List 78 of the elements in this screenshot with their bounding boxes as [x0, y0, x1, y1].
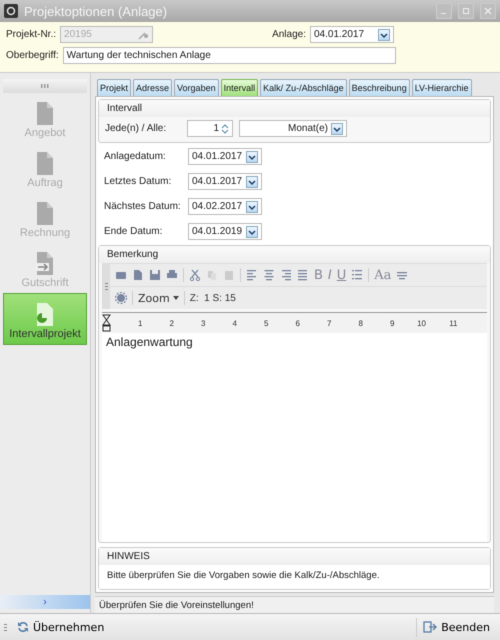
ruler-number: 3 [200, 318, 206, 328]
spinner-arrows-icon [221, 124, 229, 134]
ruler-number: 10 [416, 318, 426, 328]
unit-dropdown[interactable]: Monat(e) [239, 120, 347, 137]
ruler-number: 11 [448, 318, 458, 328]
ruler-number: 6 [294, 318, 300, 328]
number-spinner[interactable]: 1 [187, 120, 233, 137]
tab[interactable]: LV-Hierarchie [412, 79, 472, 96]
exit-icon [423, 621, 438, 633]
tab[interactable]: Intervall [220, 79, 258, 96]
tab[interactable]: Vorgaben [174, 79, 219, 96]
grip-icon [4, 624, 7, 630]
ruler-number: 4 [232, 318, 237, 328]
sidebar-item[interactable]: Intervallprojekt [3, 293, 87, 345]
app-icon [4, 4, 18, 18]
date-field[interactable]: 04.01.2017 [188, 148, 262, 165]
date-field[interactable]: 04.01.2017 [188, 173, 262, 190]
hint-text: Bitte überprüfen Sie die Vorgaben sowie die Kalk/Zu-/Abschläge. [99, 565, 490, 589]
sidebar-grip[interactable] [3, 79, 87, 93]
grip-icon [41, 84, 49, 88]
field-label: Nächstes Datum: [104, 201, 182, 212]
field-label: Jede(n) / Alle: [105, 123, 168, 134]
wand-icon [137, 30, 150, 40]
indent-marker-icon [102, 314, 111, 332]
ruler-number: 7 [326, 318, 332, 328]
field-label: Letztes Datum: [104, 176, 172, 187]
date-field[interactable]: 04.02.2017 [188, 198, 262, 215]
tab[interactable]: Adresse [133, 79, 172, 96]
ruler-number: 8 [358, 318, 363, 328]
text-field[interactable]: Wartung der technischen Anlage [62, 47, 396, 64]
print-icon[interactable] [166, 269, 178, 281]
group-title: Intervall [99, 100, 490, 117]
cursor-position: Z: 1 S: 15 [190, 292, 236, 304]
cut-icon[interactable] [189, 269, 201, 281]
tab[interactable]: Projekt [97, 79, 132, 96]
list-icon[interactable] [351, 269, 364, 281]
save-icon[interactable] [149, 269, 161, 281]
document-icon[interactable] [132, 269, 144, 281]
group-title: Bemerkung [99, 246, 490, 263]
status-bar: Überprüfen Sie die Voreinstellungen! [95, 596, 494, 613]
dropdown-button[interactable] [246, 150, 258, 162]
close-button[interactable] [480, 3, 496, 19]
dropdown-button[interactable] [331, 122, 343, 134]
dropdown-button[interactable] [246, 176, 258, 188]
field-label: Oberbegriff: [6, 50, 59, 61]
window-title: Projektoptionen (Anlage) [24, 4, 168, 18]
tab[interactable]: Kalk/ Zu-/Abschläge [260, 79, 347, 96]
field-label: Anlagedatum: [104, 151, 167, 162]
ruler-number: 5 [263, 318, 268, 328]
card-icon[interactable] [115, 269, 127, 281]
ruler-number: 2 [168, 318, 174, 328]
align-right-icon[interactable] [280, 269, 292, 281]
exit-button[interactable]: Beenden [416, 618, 496, 636]
field-label: Ende Datum: [104, 226, 164, 237]
dropdown-button[interactable] [246, 200, 258, 212]
apply-button[interactable]: Übernehmen [11, 618, 110, 636]
expand-button[interactable]: › [0, 595, 90, 609]
zoom-button[interactable]: Zoom [138, 292, 179, 304]
align-center-icon[interactable] [263, 269, 275, 281]
align-left-icon[interactable] [246, 269, 258, 281]
ruler-number: 1 [137, 318, 142, 328]
dropdown-button[interactable] [246, 226, 258, 238]
close-icon [484, 7, 492, 15]
tab[interactable]: Beschreibung [348, 79, 410, 96]
refresh-icon [17, 621, 29, 633]
field-label: Anlage: [272, 29, 306, 40]
grip-icon [104, 283, 108, 290]
field-label: Projekt-Nr.: [6, 29, 56, 40]
maximize-icon [462, 7, 470, 15]
justify-icon[interactable] [297, 269, 309, 281]
ruler-number: 9 [389, 318, 394, 328]
caret-down-icon [172, 296, 179, 300]
text-editor[interactable]: Anlagenwartung [102, 333, 487, 542]
date-field[interactable]: 04.01.2017 [310, 26, 394, 43]
dropdown-button[interactable] [378, 28, 390, 40]
group-title: HINWEIS [99, 548, 490, 565]
date-field[interactable]: 04.01.2019 [188, 223, 262, 240]
maximize-button[interactable] [458, 3, 474, 19]
